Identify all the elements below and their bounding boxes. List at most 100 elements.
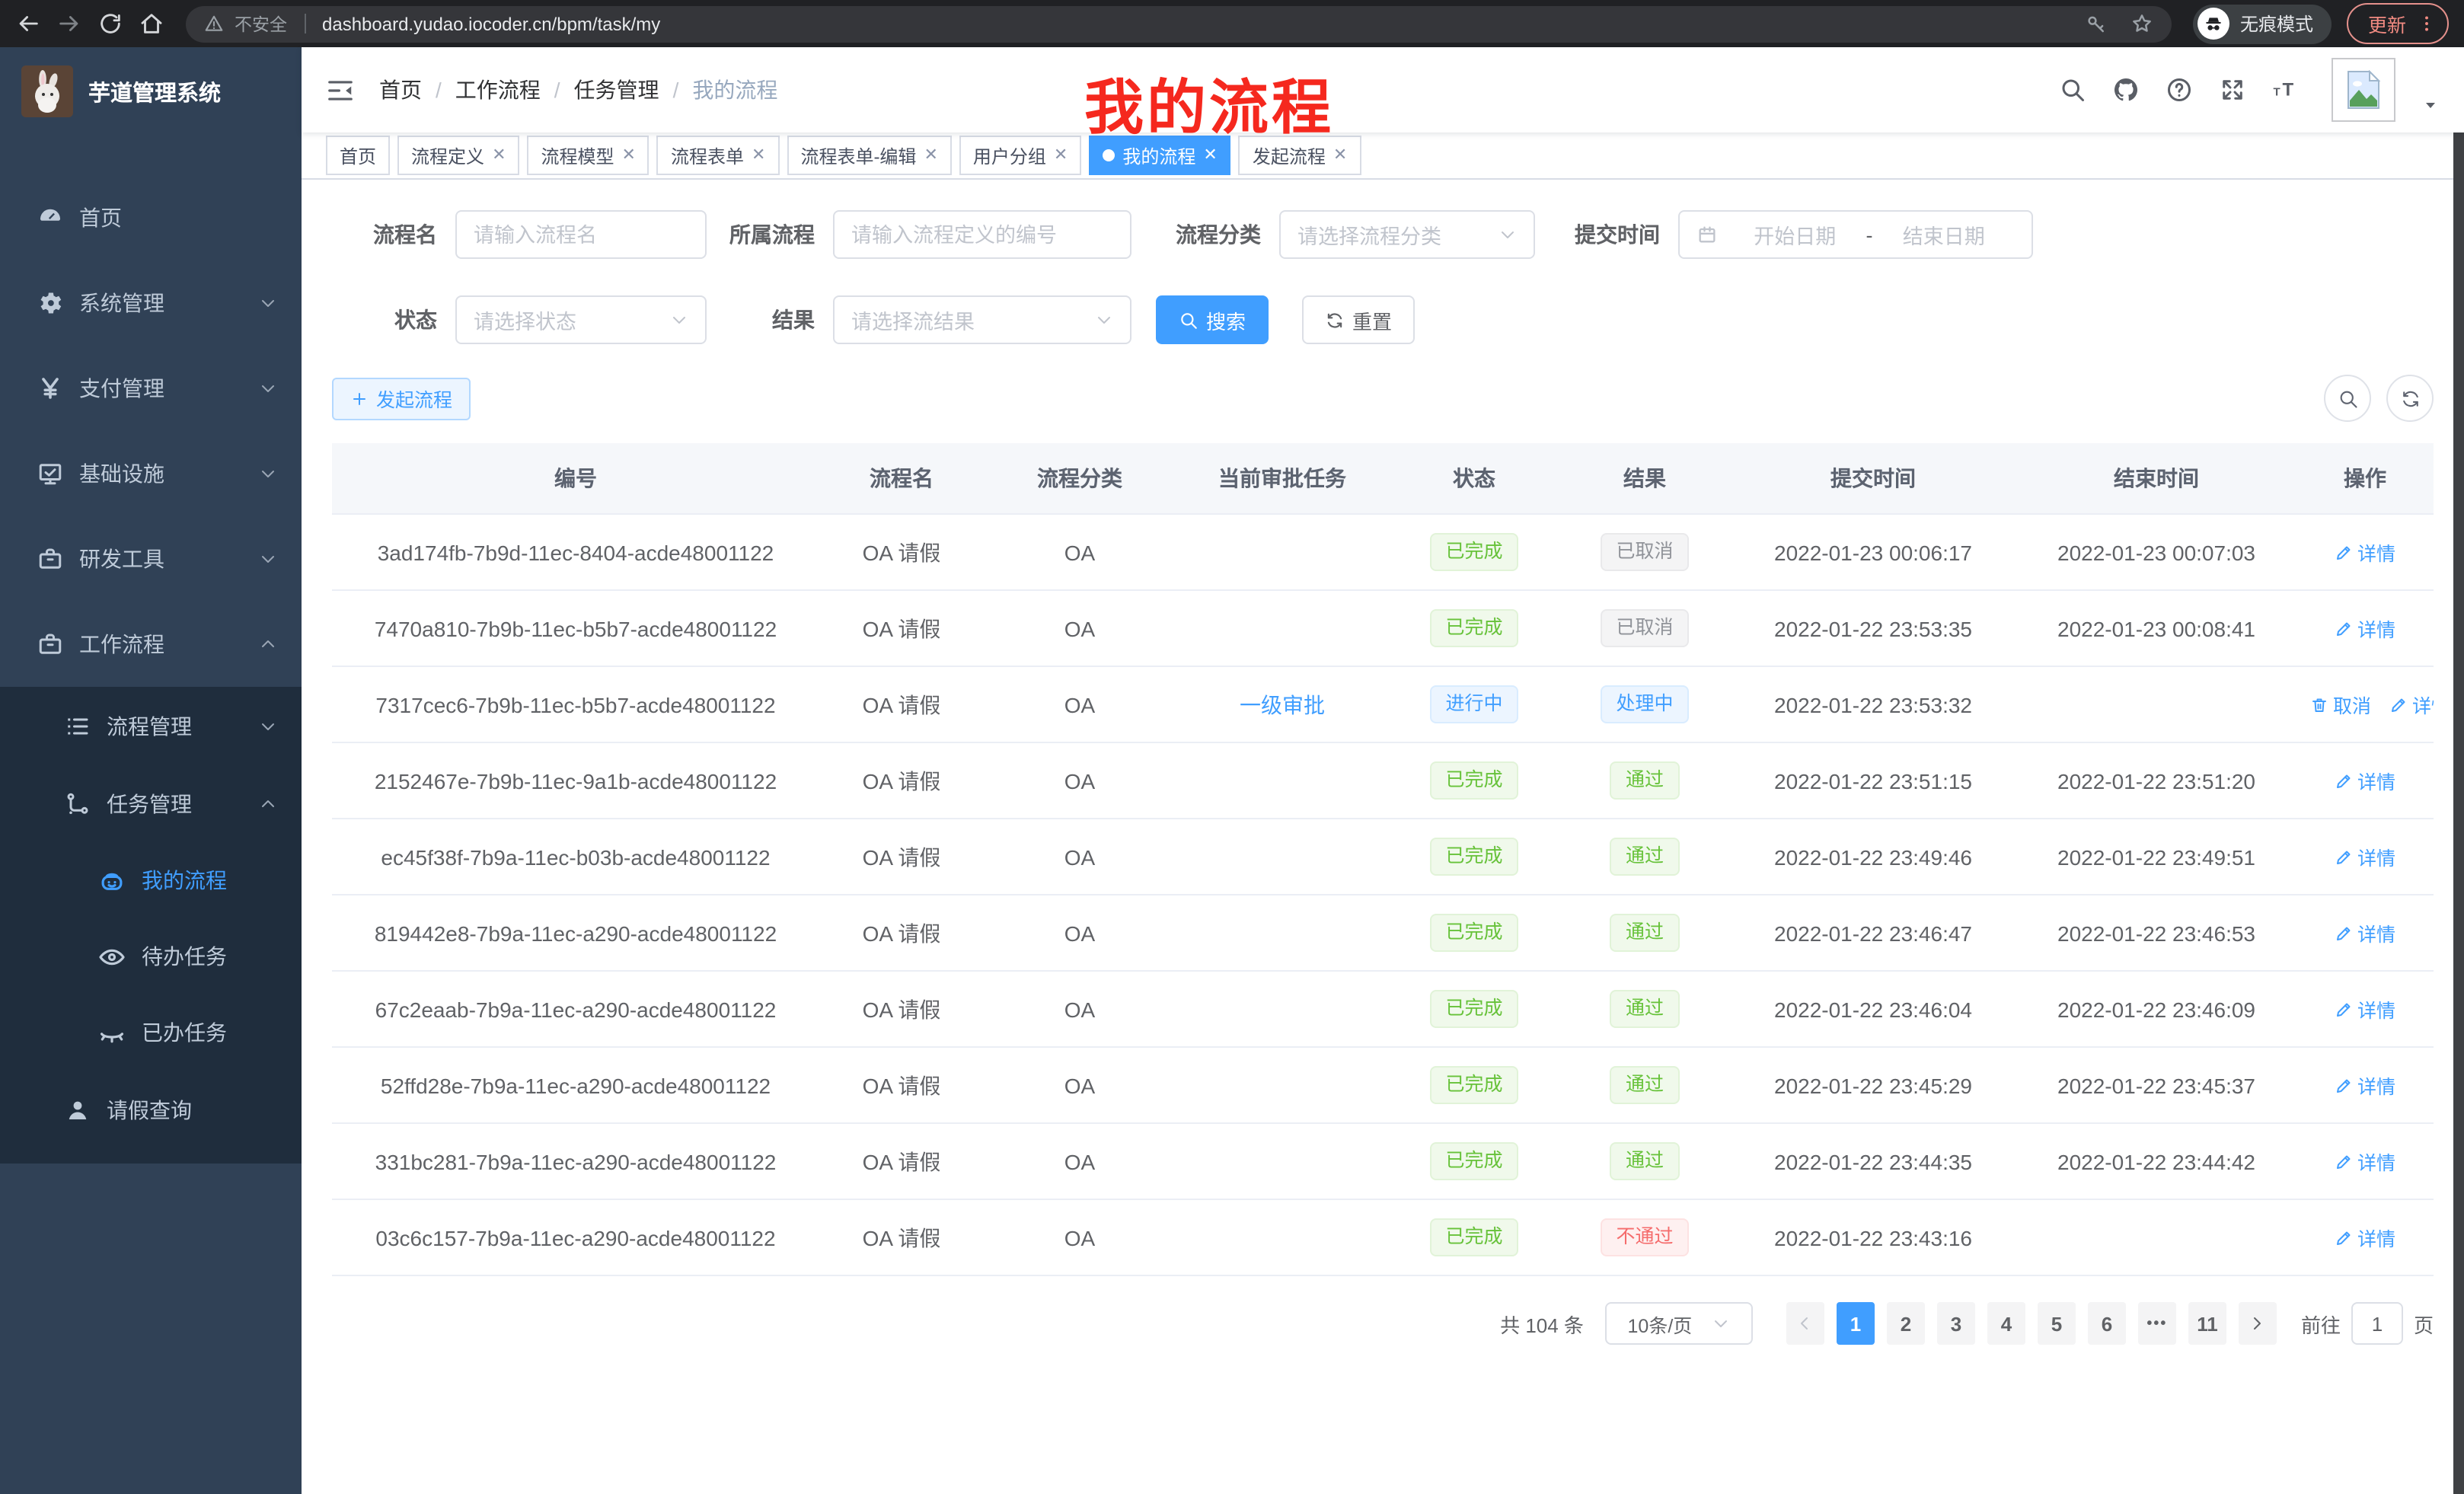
breadcrumb-task-mgmt[interactable]: 任务管理: [574, 75, 659, 105]
cell-result: 通过: [1559, 1047, 1730, 1123]
cell-submit-time: 2022-01-22 23:43:16: [1730, 1199, 2016, 1275]
sidebar-item-infra[interactable]: 基础设施: [0, 431, 302, 516]
page-button-11[interactable]: 11: [2188, 1302, 2226, 1345]
incognito-icon: [2197, 8, 2229, 40]
caret-down-icon[interactable]: [2421, 96, 2440, 114]
more-pages-button[interactable]: •••: [2138, 1302, 2176, 1345]
filter-row-1: 流程名 所属流程 流程分类 请选择流程分类 提交时间 开始日期 - 结束日期: [332, 210, 2434, 259]
detail-link[interactable]: 详情: [2335, 538, 2395, 567]
sidebar-item-todo-tasks[interactable]: 待办任务: [0, 918, 302, 994]
update-button[interactable]: 更新: [2347, 3, 2449, 44]
create-process-button[interactable]: 发起流程: [332, 377, 471, 420]
browser-scrollbar[interactable]: [2453, 47, 2464, 1494]
start-date-placeholder: 开始日期: [1724, 219, 1866, 250]
task-link[interactable]: 一级审批: [1240, 692, 1325, 717]
cell-task: [1176, 819, 1389, 895]
status-badge: 已完成: [1430, 1142, 1518, 1180]
briefcase-icon: [37, 630, 64, 658]
font-size-icon[interactable]: TT: [2272, 76, 2300, 104]
col-status: 状态: [1389, 443, 1559, 514]
prev-page-button[interactable]: [1786, 1302, 1824, 1345]
breadcrumb-home[interactable]: 首页: [379, 75, 422, 105]
page-button-5[interactable]: 5: [2038, 1302, 2076, 1345]
close-icon[interactable]: ✕: [1333, 147, 1347, 164]
process-name-input[interactable]: [455, 210, 707, 259]
detail-link[interactable]: 详情: [2335, 994, 2395, 1023]
sidebar-item-label: 请假查询: [107, 1094, 192, 1125]
home-icon[interactable]: [139, 11, 164, 37]
submit-time-range-picker[interactable]: 开始日期 - 结束日期: [1678, 210, 2033, 259]
refresh-table-button[interactable]: [2386, 375, 2434, 422]
fullscreen-icon[interactable]: [2219, 76, 2246, 104]
table-header-row: 编号 流程名 流程分类 当前审批任务 状态 结果 提交时间 结束时间 操作: [332, 443, 2434, 514]
next-page-button[interactable]: [2239, 1302, 2277, 1345]
github-icon[interactable]: [2112, 76, 2140, 104]
table-row: 331bc281-7b9a-11ec-a290-acde48001122 OA …: [332, 1123, 2434, 1199]
page-button-2[interactable]: 2: [1887, 1302, 1925, 1345]
sidebar-item-label: 支付管理: [79, 373, 164, 404]
process-definition-input[interactable]: [833, 210, 1131, 259]
key-icon[interactable]: [2085, 12, 2108, 35]
close-icon[interactable]: ✕: [1203, 147, 1217, 164]
close-icon[interactable]: ✕: [1054, 147, 1068, 164]
detail-link[interactable]: 详情: [2335, 1223, 2395, 1252]
edit-icon: [2335, 543, 2353, 561]
logo[interactable]: 芋道管理系统: [0, 47, 302, 136]
sidebar-item-devtools[interactable]: 研发工具: [0, 516, 302, 602]
kebab-menu-icon[interactable]: [2417, 14, 2437, 34]
tab-process-model[interactable]: 流程模型✕: [528, 136, 650, 175]
close-icon[interactable]: ✕: [492, 147, 506, 164]
detail-link[interactable]: 详情: [2389, 690, 2434, 719]
header-search-icon[interactable]: [2059, 76, 2086, 104]
detail-link[interactable]: 详情: [2335, 1071, 2395, 1100]
detail-link[interactable]: 详情: [2335, 766, 2395, 795]
tab-process-form[interactable]: 流程表单✕: [657, 136, 779, 175]
sidebar-item-workflow[interactable]: 工作流程: [0, 602, 302, 687]
page-button-4[interactable]: 4: [1987, 1302, 2025, 1345]
page-button-3[interactable]: 3: [1937, 1302, 1975, 1345]
sidebar-item-my-process[interactable]: 我的流程: [0, 842, 302, 918]
cancel-link[interactable]: 取消: [2310, 690, 2371, 719]
star-icon[interactable]: [2130, 12, 2153, 35]
forward-icon[interactable]: [56, 11, 82, 37]
toggle-search-button[interactable]: [2324, 375, 2371, 422]
page-size-select[interactable]: 10条/页: [1605, 1302, 1753, 1345]
sidebar-item-leave-query[interactable]: 请假查询: [0, 1071, 302, 1148]
back-icon[interactable]: [15, 11, 41, 37]
result-select[interactable]: 请选择流结果: [833, 295, 1131, 344]
sidebar-item-done-tasks[interactable]: 已办任务: [0, 994, 302, 1071]
close-icon[interactable]: ✕: [924, 147, 937, 164]
search-button[interactable]: 搜索: [1156, 295, 1269, 344]
sidebar-item-payment[interactable]: 支付管理: [0, 346, 302, 431]
sidebar-item-system[interactable]: 系统管理: [0, 260, 302, 346]
tab-process-definition[interactable]: 流程定义✕: [397, 136, 519, 175]
close-icon[interactable]: ✕: [752, 147, 765, 164]
tab-user-group[interactable]: 用户分组✕: [959, 136, 1081, 175]
sidebar-item-process-mgmt[interactable]: 流程管理: [0, 687, 302, 765]
hamburger-icon[interactable]: [326, 75, 355, 104]
page-button-6[interactable]: 6: [2088, 1302, 2126, 1345]
help-icon[interactable]: [2166, 76, 2193, 104]
process-category-select[interactable]: 请选择流程分类: [1279, 210, 1535, 259]
detail-link[interactable]: 详情: [2335, 614, 2395, 643]
detail-link[interactable]: 详情: [2335, 1147, 2395, 1176]
cell-result: 处理中: [1559, 666, 1730, 742]
breadcrumb-current: 我的流程: [692, 75, 777, 105]
avatar[interactable]: [2332, 58, 2395, 122]
sidebar-item-task-mgmt[interactable]: 任务管理: [0, 765, 302, 842]
sidebar-item-home[interactable]: 首页: [0, 175, 302, 260]
tab-home[interactable]: 首页: [326, 136, 390, 175]
tab-process-form-edit[interactable]: 流程表单-编辑✕: [787, 136, 951, 175]
edit-icon: [2335, 1076, 2353, 1094]
detail-link[interactable]: 详情: [2335, 918, 2395, 947]
goto-page-input[interactable]: [2351, 1302, 2403, 1345]
address-bar[interactable]: 不安全 dashboard.yudao.iocoder.cn/bpm/task/…: [186, 5, 2172, 42]
reload-icon[interactable]: [97, 11, 123, 37]
breadcrumb-workflow[interactable]: 工作流程: [455, 75, 541, 105]
process-table: 编号 流程名 流程分类 当前审批任务 状态 结果 提交时间 结束时间 操作: [332, 443, 2434, 1276]
detail-link[interactable]: 详情: [2335, 842, 2395, 871]
page-button-1[interactable]: 1: [1837, 1302, 1875, 1345]
close-icon[interactable]: ✕: [622, 147, 636, 164]
status-select[interactable]: 请选择状态: [455, 295, 707, 344]
reset-button[interactable]: 重置: [1302, 295, 1415, 344]
